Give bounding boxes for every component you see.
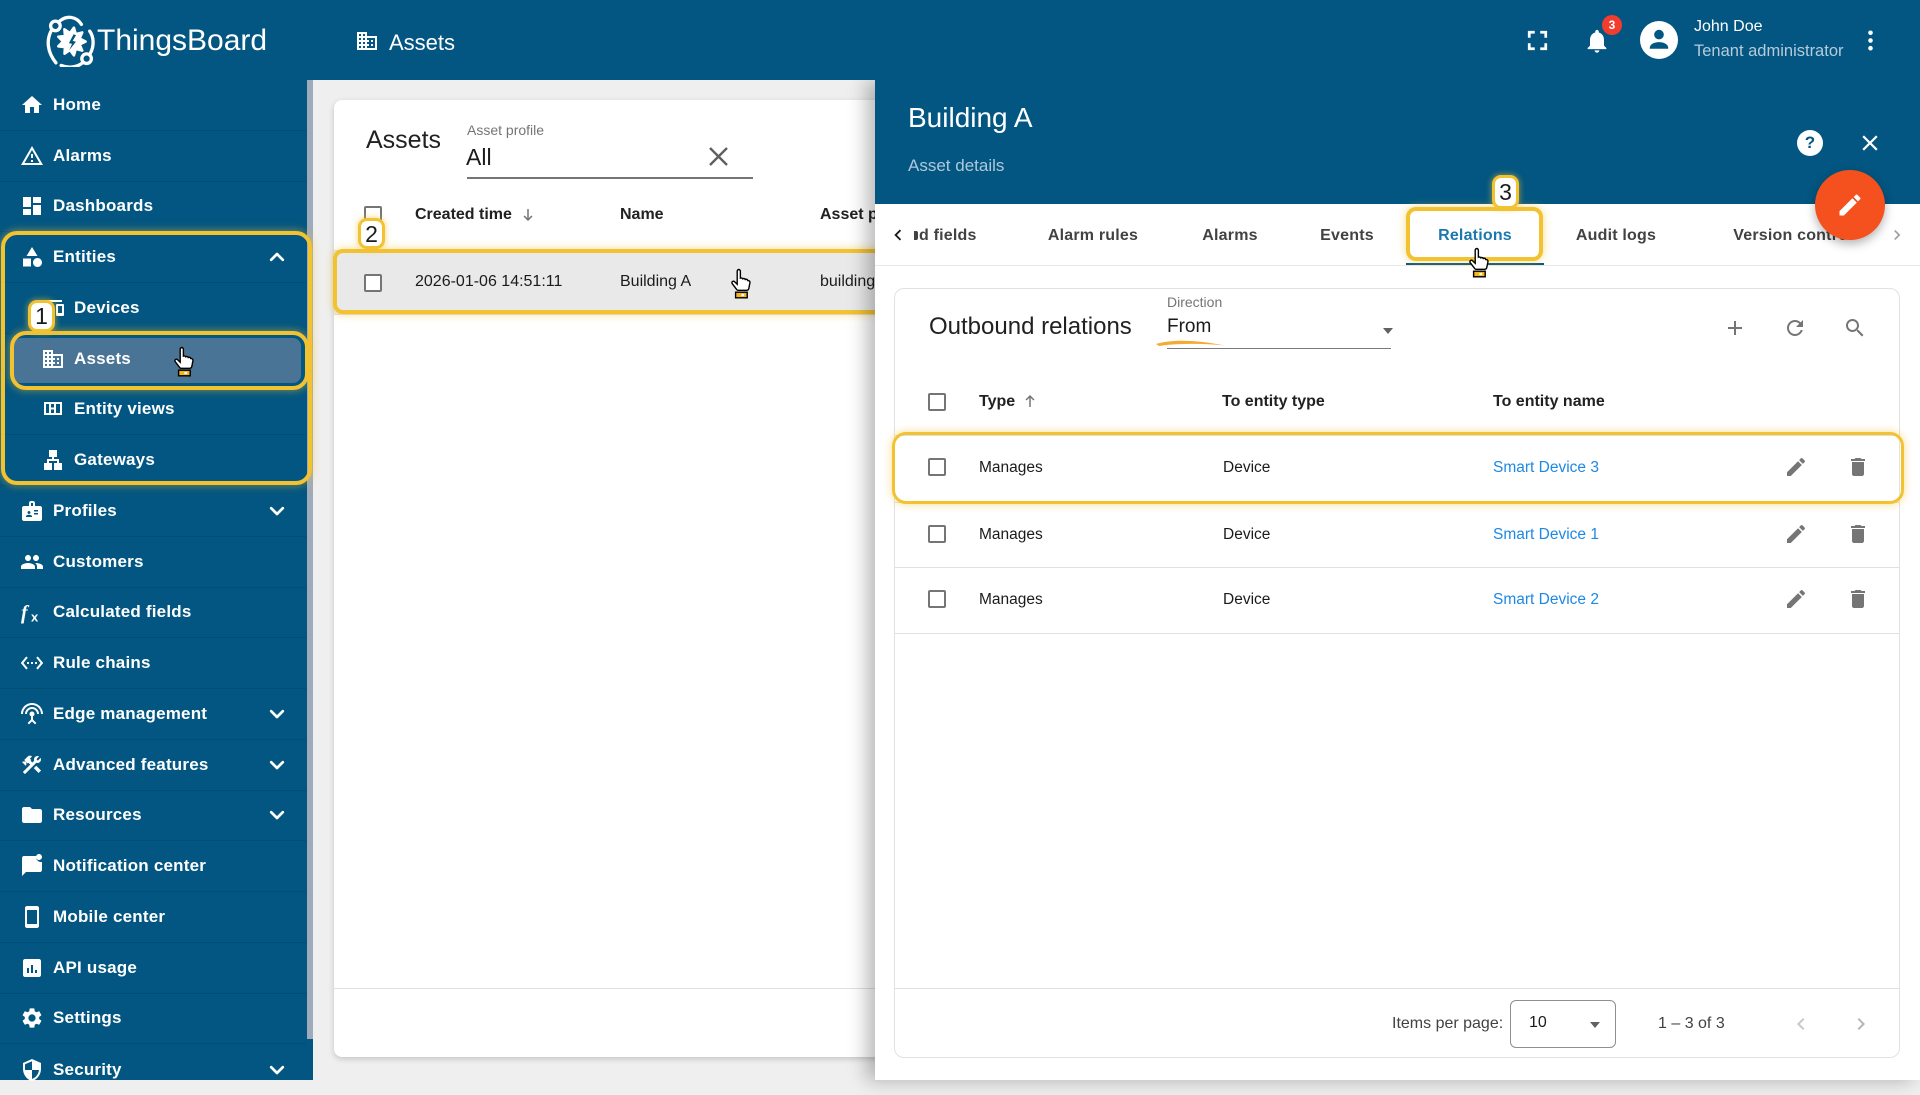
svg-text:f: f	[21, 602, 30, 624]
svg-text:x: x	[31, 610, 39, 625]
